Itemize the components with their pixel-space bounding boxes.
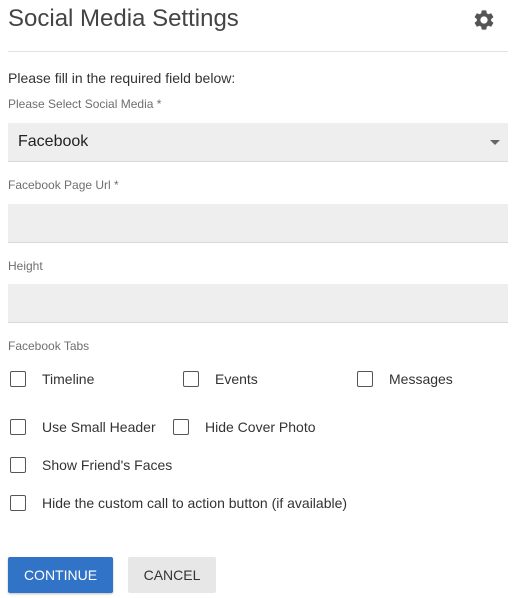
checkbox-box[interactable] <box>10 419 26 435</box>
continue-button[interactable]: CONTINUE <box>8 557 113 593</box>
header-divider <box>8 51 508 52</box>
cancel-button[interactable]: CANCEL <box>128 557 216 593</box>
timeline-checkbox[interactable]: Timeline <box>10 371 94 387</box>
show-friends-faces-checkbox[interactable]: Show Friend's Faces <box>10 457 172 473</box>
form-intro: Please fill in the required field below: <box>8 70 236 86</box>
messages-label: Messages <box>389 371 453 387</box>
page-url-input[interactable] <box>8 204 508 243</box>
checkbox-box[interactable] <box>183 371 199 387</box>
hide-cover-photo-checkbox[interactable]: Hide Cover Photo <box>173 419 316 435</box>
page-url-label: Facebook Page Url * <box>8 178 119 192</box>
hide-cta-checkbox[interactable]: Hide the custom call to action button (i… <box>10 495 347 511</box>
chevron-down-icon <box>490 140 500 145</box>
checkbox-box[interactable] <box>357 371 373 387</box>
social-media-label: Please Select Social Media * <box>8 97 162 111</box>
facebook-tabs-label: Facebook Tabs <box>8 339 90 353</box>
social-media-select[interactable]: Facebook <box>8 123 508 162</box>
page-title: Social Media Settings <box>8 5 239 32</box>
hide-cta-label: Hide the custom call to action button (i… <box>42 495 348 511</box>
checkbox-box[interactable] <box>10 371 26 387</box>
use-small-header-checkbox[interactable]: Use Small Header <box>10 419 156 435</box>
height-input[interactable] <box>8 284 508 323</box>
messages-checkbox[interactable]: Messages <box>357 371 453 387</box>
checkbox-box[interactable] <box>10 457 26 473</box>
events-checkbox[interactable]: Events <box>183 371 258 387</box>
height-label: Height <box>8 259 43 273</box>
social-media-selected-value: Facebook <box>18 133 89 150</box>
checkbox-box[interactable] <box>10 495 26 511</box>
timeline-label: Timeline <box>42 371 95 387</box>
events-label: Events <box>215 371 258 387</box>
gear-icon[interactable] <box>472 8 496 32</box>
use-small-header-label: Use Small Header <box>42 419 156 435</box>
hide-cover-photo-label: Hide Cover Photo <box>205 419 316 435</box>
checkbox-box[interactable] <box>173 419 189 435</box>
show-friends-faces-label: Show Friend's Faces <box>42 457 173 473</box>
